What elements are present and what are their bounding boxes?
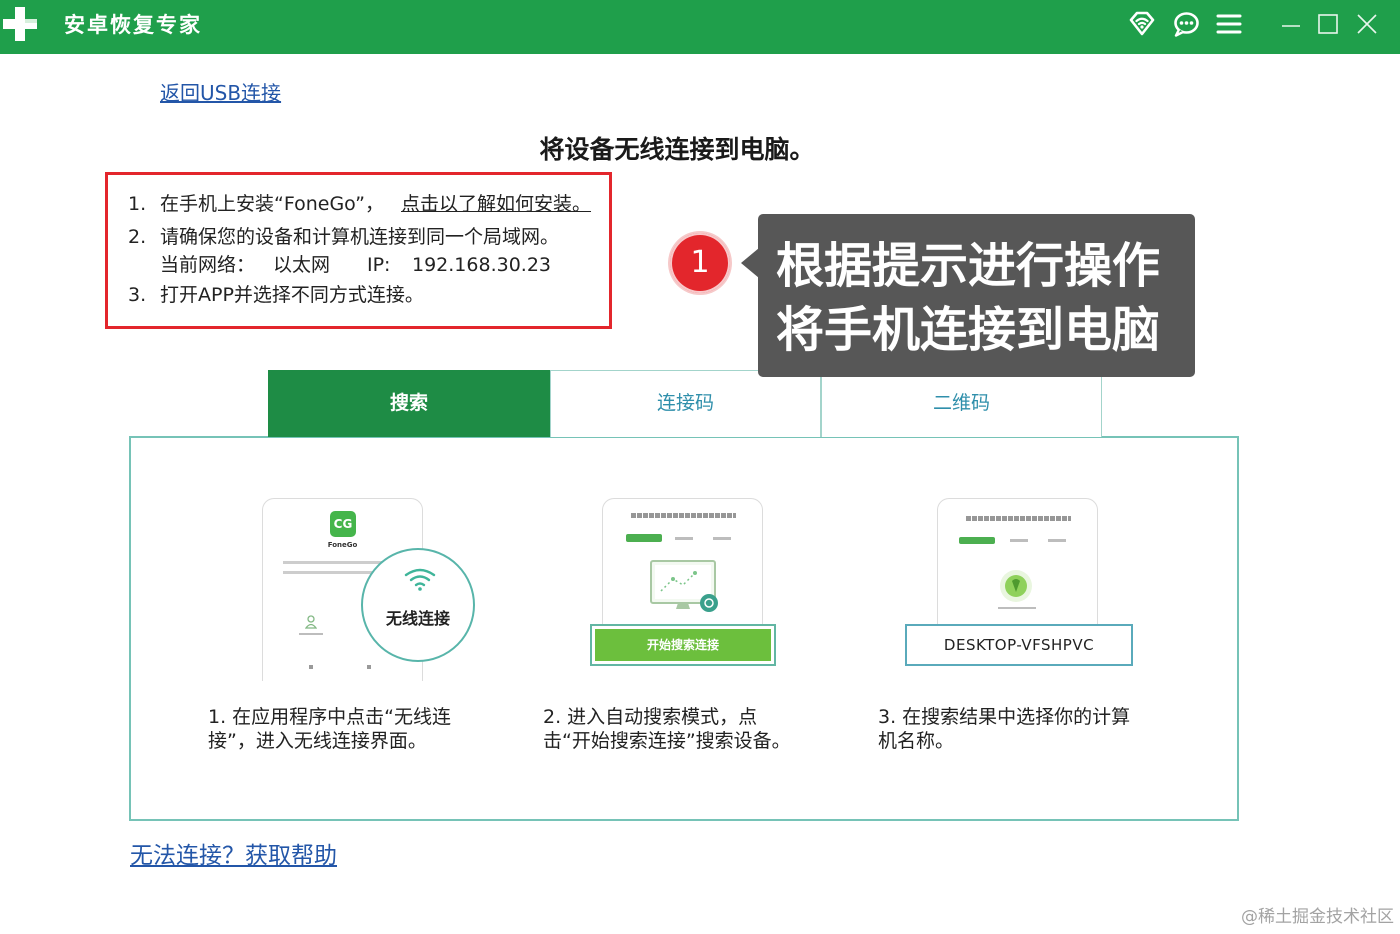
ip-address: 192.168.30.23 — [412, 254, 552, 276]
step-caption: 2. 进入自动搜索模式，点 击“开始搜索连接”搜索设备。 — [543, 705, 791, 753]
step-number: 2. — [128, 226, 147, 248]
monitor-icon — [650, 560, 718, 612]
mock-active-tab — [959, 537, 995, 544]
start-search-label: 开始搜索连接 — [595, 629, 771, 661]
step-badge: 1 — [670, 233, 730, 293]
mock-header-text — [966, 516, 1071, 521]
wireless-connect-highlight: 无线连接 — [361, 548, 475, 662]
mock-text-line — [283, 561, 388, 564]
step-open-app-text: 打开APP并选择不同方式连接。 — [160, 284, 424, 306]
annotation-callout: 根据提示进行操作 将手机连接到电脑 — [758, 214, 1195, 377]
mock-header-text — [631, 513, 736, 518]
phone-mockup-auto-search — [602, 498, 763, 626]
chat-icon[interactable] — [1172, 10, 1200, 38]
page-title: 将设备无线连接到电脑。 — [539, 135, 815, 164]
start-search-button-illustration: 开始搜索连接 — [590, 624, 776, 666]
current-network-label: 当前网络： — [160, 254, 256, 276]
mock-dot — [367, 665, 371, 669]
mock-text-line — [299, 633, 323, 635]
watermark: @稀土掘金技术社区 — [1241, 907, 1394, 927]
caption-line: 机名称。 — [878, 730, 955, 752]
menu-icon[interactable] — [1216, 11, 1242, 37]
tab-qr-code[interactable]: 二维码 — [821, 370, 1102, 437]
tab-connection-code[interactable]: 连接码 — [550, 370, 821, 437]
mock-tab-label — [1010, 539, 1028, 542]
device-name-result: DESKTOP-VFSHPVC — [905, 624, 1133, 666]
caption-line: 2. 进入自动搜索模式，点 — [543, 706, 758, 728]
mock-dot — [309, 665, 313, 669]
app-title: 安卓恢复专家 — [64, 13, 202, 37]
close-icon[interactable] — [1355, 12, 1379, 36]
step-number: 3. — [128, 284, 147, 306]
wireless-connect-label: 无线连接 — [385, 609, 450, 628]
how-to-install-link[interactable]: 点击以了解如何安装。 — [401, 192, 591, 216]
back-to-usb-link[interactable]: 返回USB连接 — [160, 80, 281, 106]
callout-pointer — [741, 248, 759, 278]
phone-mockup-search-result — [937, 498, 1098, 625]
caption-line: 1. 在应用程序中点击“无线连 — [208, 706, 452, 728]
user-icon — [305, 615, 317, 629]
ip-label: IP: — [367, 254, 391, 276]
wifi-diamond-icon[interactable] — [1127, 10, 1157, 38]
minimize-icon[interactable] — [1279, 12, 1303, 36]
tab-search[interactable]: 搜索 — [268, 370, 550, 437]
fonego-logo: CG — [330, 511, 356, 537]
app-name: FoneGo — [327, 541, 358, 549]
step-caption: 1. 在应用程序中点击“无线连 接”，进入无线连接界面。 — [208, 705, 451, 753]
device-found-icon — [1000, 570, 1032, 602]
mock-tab-label — [1048, 539, 1066, 542]
caption-line: 接”，进入无线连接界面。 — [208, 730, 427, 752]
callout-line: 根据提示进行操作 — [776, 238, 1161, 294]
caption-line: 3. 在搜索结果中选择你的计算 — [878, 706, 1131, 728]
step-install-text: 在手机上安装“FoneGo”， — [160, 193, 384, 215]
plus-logo-icon — [3, 7, 37, 41]
step-caption: 3. 在搜索结果中选择你的计算 机名称。 — [878, 705, 1130, 753]
get-help-link[interactable]: 无法连接？获取帮助 — [130, 842, 337, 870]
mock-tab-label — [713, 537, 731, 540]
step-number: 1. — [128, 193, 147, 215]
mock-text-line — [998, 607, 1036, 609]
maximize-icon[interactable] — [1316, 12, 1340, 36]
mock-tab-label — [675, 537, 693, 540]
wifi-icon — [404, 568, 436, 591]
caption-line: 击“开始搜索连接”搜索设备。 — [543, 730, 791, 752]
callout-line: 将手机连接到电脑 — [776, 302, 1161, 358]
mock-active-tab — [626, 534, 662, 542]
network-type: 以太网 — [273, 254, 331, 276]
title-bar: 安卓恢复专家 — [0, 0, 1400, 54]
step-network-text: 请确保您的设备和计算机连接到同一个局域网。 — [160, 226, 560, 248]
instructions-box: 1. 在手机上安装“FoneGo”， 点击以了解如何安装。 2. 请确保您的设备… — [105, 172, 612, 329]
